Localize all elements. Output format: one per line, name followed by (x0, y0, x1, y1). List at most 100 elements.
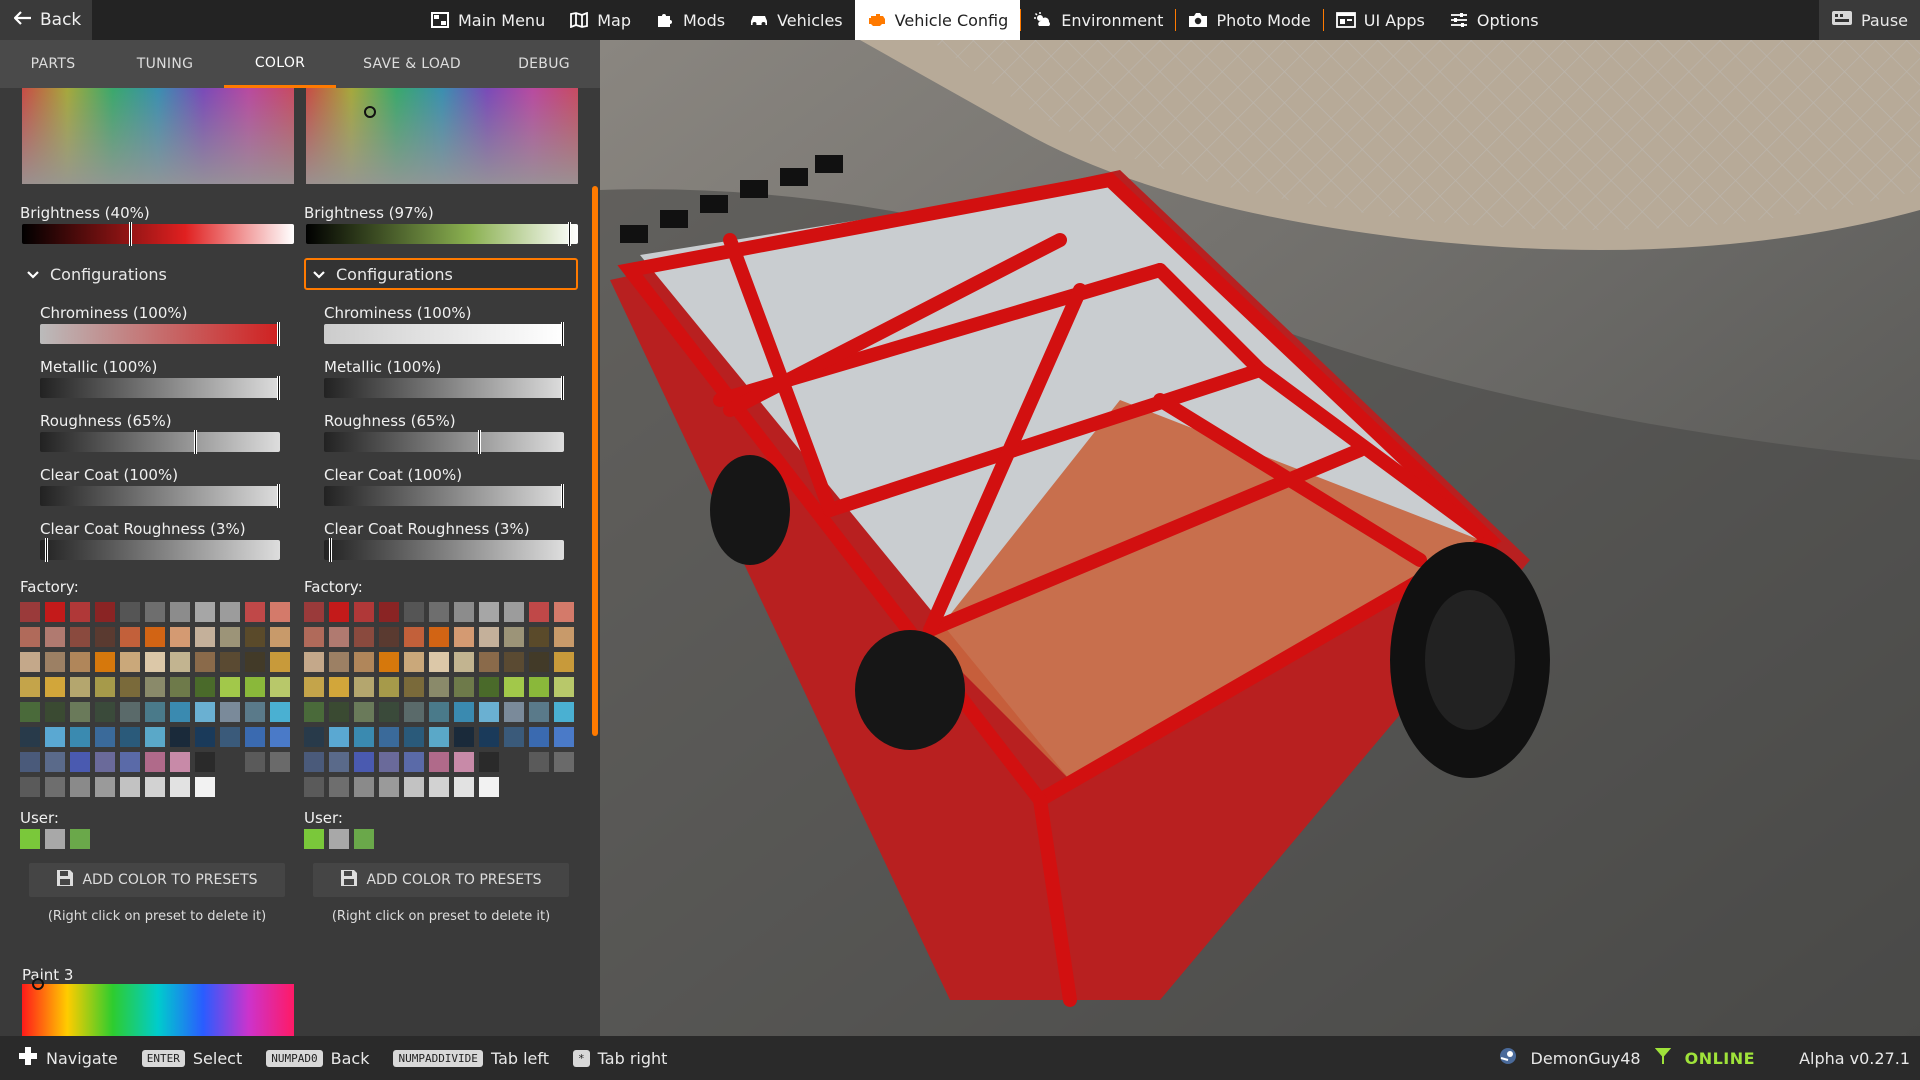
color-swatch[interactable] (329, 627, 349, 647)
color-swatch[interactable] (245, 627, 265, 647)
color-swatch[interactable] (95, 727, 115, 747)
color-swatch[interactable] (404, 652, 424, 672)
slider-thumb[interactable] (277, 376, 280, 400)
color-swatch[interactable] (354, 752, 374, 772)
color-swatch[interactable] (95, 677, 115, 697)
slider-thumb[interactable] (194, 430, 197, 454)
color-swatch[interactable] (529, 702, 549, 722)
color-swatch[interactable] (504, 752, 524, 772)
color-swatch[interactable] (270, 702, 290, 722)
color-swatch[interactable] (454, 677, 474, 697)
color-swatch[interactable] (379, 652, 399, 672)
hue-saturation-picker[interactable] (22, 88, 294, 184)
brightness-slider[interactable] (306, 222, 578, 246)
color-swatch[interactable] (504, 627, 524, 647)
user-color-swatch[interactable] (329, 829, 349, 849)
color-swatch[interactable] (70, 677, 90, 697)
color-swatch[interactable] (195, 752, 215, 772)
color-swatch[interactable] (170, 627, 190, 647)
color-swatch[interactable] (45, 727, 65, 747)
color-swatch[interactable] (270, 652, 290, 672)
config-slider[interactable] (324, 538, 564, 562)
config-slider[interactable] (40, 376, 280, 400)
color-swatch[interactable] (20, 677, 40, 697)
color-swatch[interactable] (120, 702, 140, 722)
color-swatch[interactable] (170, 677, 190, 697)
config-slider[interactable] (40, 322, 280, 346)
color-swatch[interactable] (529, 652, 549, 672)
color-swatch[interactable] (379, 752, 399, 772)
color-swatch[interactable] (479, 652, 499, 672)
tab-debug[interactable]: DEBUG (488, 40, 600, 88)
color-swatch[interactable] (504, 677, 524, 697)
color-swatch[interactable] (304, 652, 324, 672)
color-swatch[interactable] (304, 627, 324, 647)
color-swatch[interactable] (245, 602, 265, 622)
color-swatch[interactable] (145, 777, 165, 797)
color-swatch[interactable] (145, 602, 165, 622)
add-color-to-presets-button[interactable]: ADD COLOR TO PRESETS (313, 863, 569, 897)
color-swatch[interactable] (145, 702, 165, 722)
color-swatch[interactable] (95, 702, 115, 722)
slider-thumb[interactable] (128, 222, 132, 246)
configurations-toggle[interactable]: Configurations (304, 258, 578, 290)
color-swatch[interactable] (379, 727, 399, 747)
color-swatch[interactable] (479, 702, 499, 722)
config-slider[interactable] (324, 484, 564, 508)
color-swatch[interactable] (145, 652, 165, 672)
color-swatch[interactable] (404, 777, 424, 797)
color-swatch[interactable] (170, 602, 190, 622)
color-swatch[interactable] (70, 602, 90, 622)
color-swatch[interactable] (145, 727, 165, 747)
picker-cursor[interactable] (32, 978, 44, 990)
nav-main-menu[interactable]: Main Menu (418, 0, 557, 40)
slider-thumb[interactable] (561, 484, 564, 508)
color-swatch[interactable] (95, 602, 115, 622)
color-swatch[interactable] (429, 602, 449, 622)
color-swatch[interactable] (454, 727, 474, 747)
color-swatch[interactable] (304, 602, 324, 622)
color-swatch[interactable] (120, 627, 140, 647)
config-slider[interactable] (324, 376, 564, 400)
color-swatch[interactable] (529, 752, 549, 772)
color-swatch[interactable] (404, 727, 424, 747)
color-swatch[interactable] (220, 627, 240, 647)
nav-environment[interactable]: Environment (1021, 0, 1175, 40)
color-swatch[interactable] (120, 727, 140, 747)
color-swatch[interactable] (45, 652, 65, 672)
color-swatch[interactable] (429, 652, 449, 672)
color-swatch[interactable] (245, 702, 265, 722)
color-swatch[interactable] (270, 627, 290, 647)
color-swatch[interactable] (429, 702, 449, 722)
color-swatch[interactable] (304, 777, 324, 797)
color-swatch[interactable] (454, 627, 474, 647)
slider-thumb[interactable] (561, 376, 564, 400)
color-swatch[interactable] (170, 702, 190, 722)
color-swatch[interactable] (20, 652, 40, 672)
color-swatch[interactable] (45, 777, 65, 797)
color-swatch[interactable] (245, 652, 265, 672)
color-swatch[interactable] (145, 752, 165, 772)
color-swatch[interactable] (270, 727, 290, 747)
color-swatch[interactable] (554, 652, 574, 672)
slider-thumb[interactable] (561, 322, 564, 346)
color-swatch[interactable] (354, 652, 374, 672)
color-swatch[interactable] (195, 602, 215, 622)
nav-ui-apps[interactable]: UI Apps (1324, 0, 1437, 40)
color-swatch[interactable] (220, 652, 240, 672)
color-swatch[interactable] (354, 677, 374, 697)
tab-color[interactable]: COLOR (224, 40, 336, 88)
slider-thumb[interactable] (45, 538, 49, 562)
paint3-color-picker[interactable] (22, 978, 294, 1036)
color-swatch[interactable] (429, 677, 449, 697)
color-swatch[interactable] (195, 702, 215, 722)
configurations-toggle[interactable]: Configurations (20, 258, 294, 290)
color-swatch[interactable] (554, 627, 574, 647)
color-swatch[interactable] (70, 752, 90, 772)
nav-vehicle-config[interactable]: Vehicle Config (854, 0, 1021, 40)
tab-tuning[interactable]: TUNING (106, 40, 224, 88)
color-swatch[interactable] (195, 677, 215, 697)
color-swatch[interactable] (329, 652, 349, 672)
color-swatch[interactable] (354, 602, 374, 622)
color-swatch[interactable] (45, 627, 65, 647)
